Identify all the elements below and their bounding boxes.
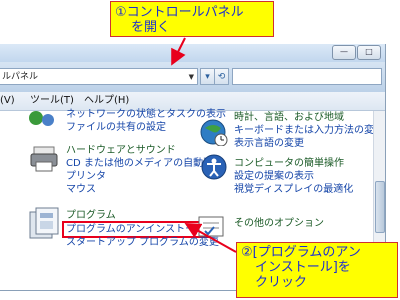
arrow-pointer-uninstall (184, 223, 237, 253)
arrow-pointer (171, 37, 186, 66)
arrow-overlay (171, 37, 237, 253)
